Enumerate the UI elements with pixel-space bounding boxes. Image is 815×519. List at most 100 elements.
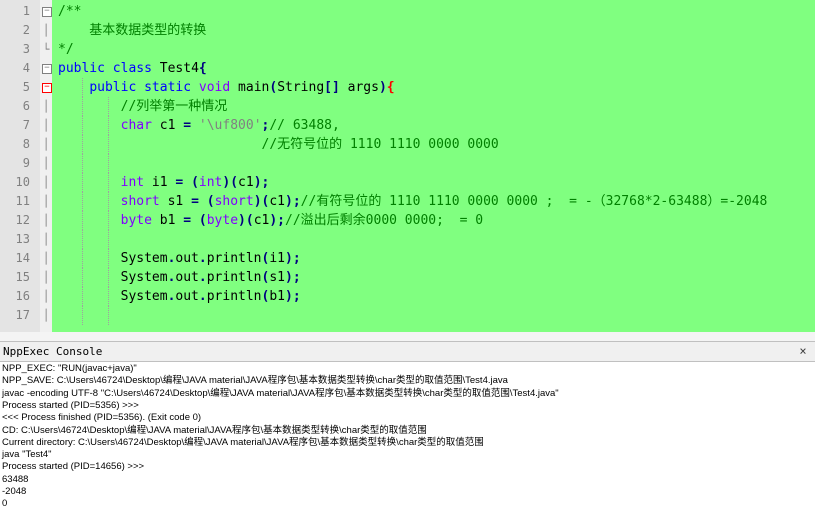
panel-splitter[interactable] xyxy=(0,332,815,341)
fold-line-icon: │ xyxy=(42,271,50,284)
code-editor[interactable]: 1−/** 2 │ 基本数据类型的转换 3 └ */4− public class Test… xyxy=(0,0,815,332)
code-token: { xyxy=(386,80,395,95)
code-token: //有符号位的 1110 1110 0000 0000 ; = -（32768*… xyxy=(300,194,768,209)
line-number: 1 xyxy=(22,4,30,18)
code-token: )( xyxy=(253,194,270,209)
fold-line-icon: │ xyxy=(42,24,50,37)
code-token: ( xyxy=(191,175,199,190)
console-line: Process started (PID=5356) >>> xyxy=(2,399,139,411)
indent-guide xyxy=(108,306,109,325)
code-token: /** xyxy=(58,4,82,19)
code-text: //无符号位的 1110 1110 0000 0000 xyxy=(58,135,499,154)
code-token: println xyxy=(206,289,262,304)
code-text: System.out.println(s1); xyxy=(58,268,301,287)
fold-collapse-icon[interactable]: − xyxy=(42,83,52,93)
console-line: Process started (PID=14656) >>> xyxy=(2,461,145,473)
code-line[interactable]: 9 │ xyxy=(0,154,815,173)
indent-guide xyxy=(82,230,83,249)
code-line[interactable]: 16 │ System.out.println(b1); xyxy=(0,287,815,306)
code-line[interactable]: 7 │ char c1 = '\uf800';// 63488, xyxy=(0,116,815,135)
code-token: { xyxy=(198,61,207,76)
fold-line-icon: │ xyxy=(42,233,50,246)
code-line[interactable]: 15 │ System.out.println(s1); xyxy=(0,268,815,287)
code-token: //无符号位的 1110 1110 0000 0000 xyxy=(261,137,499,152)
console-title: NppExec Console xyxy=(3,345,103,358)
code-line[interactable]: 3 └ */ xyxy=(0,40,815,59)
code-line[interactable]: 11 │ short s1 = (short)(c1);//有符号位的 1110 … xyxy=(0,192,815,211)
code-token: ( xyxy=(269,80,278,95)
fold-line-icon: │ xyxy=(42,138,50,151)
code-text: int i1 = (int)(c1); xyxy=(58,173,270,192)
code-token: System xyxy=(58,270,168,285)
code-text: /** xyxy=(58,2,81,21)
code-line[interactable]: 5 − public static void main(String[] args… xyxy=(0,78,815,97)
code-token: char xyxy=(120,118,152,133)
code-token: c1 xyxy=(238,175,254,190)
code-token: )( xyxy=(222,175,239,190)
code-token: main xyxy=(230,80,270,95)
close-icon[interactable]: × xyxy=(797,345,809,357)
code-token: Test4 xyxy=(151,61,199,76)
code-line[interactable]: 12 │ byte b1 = (byte)(c1);//溢出后剩余0000 000… xyxy=(0,211,815,230)
fold-line-icon: │ xyxy=(42,252,50,265)
code-token: System xyxy=(58,251,168,266)
code-line[interactable]: 8 │ //无符号位的 1110 1110 0000 0000 xyxy=(0,135,815,154)
fold-collapse-icon[interactable]: − xyxy=(42,7,52,17)
code-token: '\uf800' xyxy=(198,118,262,133)
code-token: ); xyxy=(285,251,301,266)
code-token: s1 xyxy=(159,194,192,209)
line-number: 8 xyxy=(22,137,30,151)
console-line: CD: C:\Users\46724\Desktop\编程\JAVA mater… xyxy=(2,424,427,436)
code-token: int xyxy=(120,175,145,190)
fold-line-icon: │ xyxy=(42,290,50,303)
code-line[interactable]: 1 −/** xyxy=(0,2,815,21)
fold-end-icon: └ xyxy=(42,43,50,56)
fold-line-icon: │ xyxy=(42,100,50,113)
code-line[interactable]: 17 │ xyxy=(0,306,815,325)
fold-line-icon: │ xyxy=(42,119,50,132)
code-line[interactable]: 2 │ 基本数据类型的转换 xyxy=(0,21,815,40)
code-token: ( xyxy=(206,194,215,209)
code-token: ); xyxy=(285,194,301,209)
code-token: out xyxy=(175,251,199,266)
console-line: java "Test4" xyxy=(2,449,52,461)
code-text: */ xyxy=(58,40,74,59)
code-token: println xyxy=(206,270,262,285)
code-text: public static void main(String[] args){ xyxy=(58,78,395,97)
code-text: //列举第一种情况 xyxy=(58,97,228,116)
code-token: args xyxy=(339,80,379,95)
indent-guide xyxy=(108,154,109,173)
code-text: System.out.println(i1); xyxy=(58,249,301,268)
code-text: char c1 = '\uf800';// 63488, xyxy=(58,116,340,135)
code-line[interactable]: 4 − public class Test4{ xyxy=(0,59,815,78)
code-token: ); xyxy=(269,213,286,228)
console-output[interactable]: NPP_EXEC: "RUN(javac+java)" NPP_SAVE: C:\… xyxy=(0,362,815,519)
fold-collapse-icon[interactable]: − xyxy=(42,64,52,74)
line-number: 11 xyxy=(15,194,30,208)
code-token: . xyxy=(198,270,207,285)
code-line[interactable]: 14 │ System.out.println(i1); xyxy=(0,249,815,268)
line-number: 10 xyxy=(15,175,30,189)
code-token: 基本数据类型的转换 xyxy=(58,23,207,38)
code-token: ); xyxy=(285,270,301,285)
code-token: )( xyxy=(238,213,254,228)
code-token: = xyxy=(191,194,199,209)
code-token: c1 xyxy=(269,194,286,209)
code-line[interactable]: 10 │ int i1 = (int)(c1); xyxy=(0,173,815,192)
code-token: ); xyxy=(253,175,270,190)
fold-line-icon: │ xyxy=(42,195,50,208)
code-token: c1 xyxy=(253,213,270,228)
code-line[interactable]: 6 │ //列举第一种情况 xyxy=(0,97,815,116)
line-number: 15 xyxy=(15,270,30,284)
code-token: byte xyxy=(206,213,239,228)
fold-line-icon: │ xyxy=(42,157,50,170)
code-line[interactable]: 13 │ xyxy=(0,230,815,249)
code-token: = xyxy=(183,118,192,133)
